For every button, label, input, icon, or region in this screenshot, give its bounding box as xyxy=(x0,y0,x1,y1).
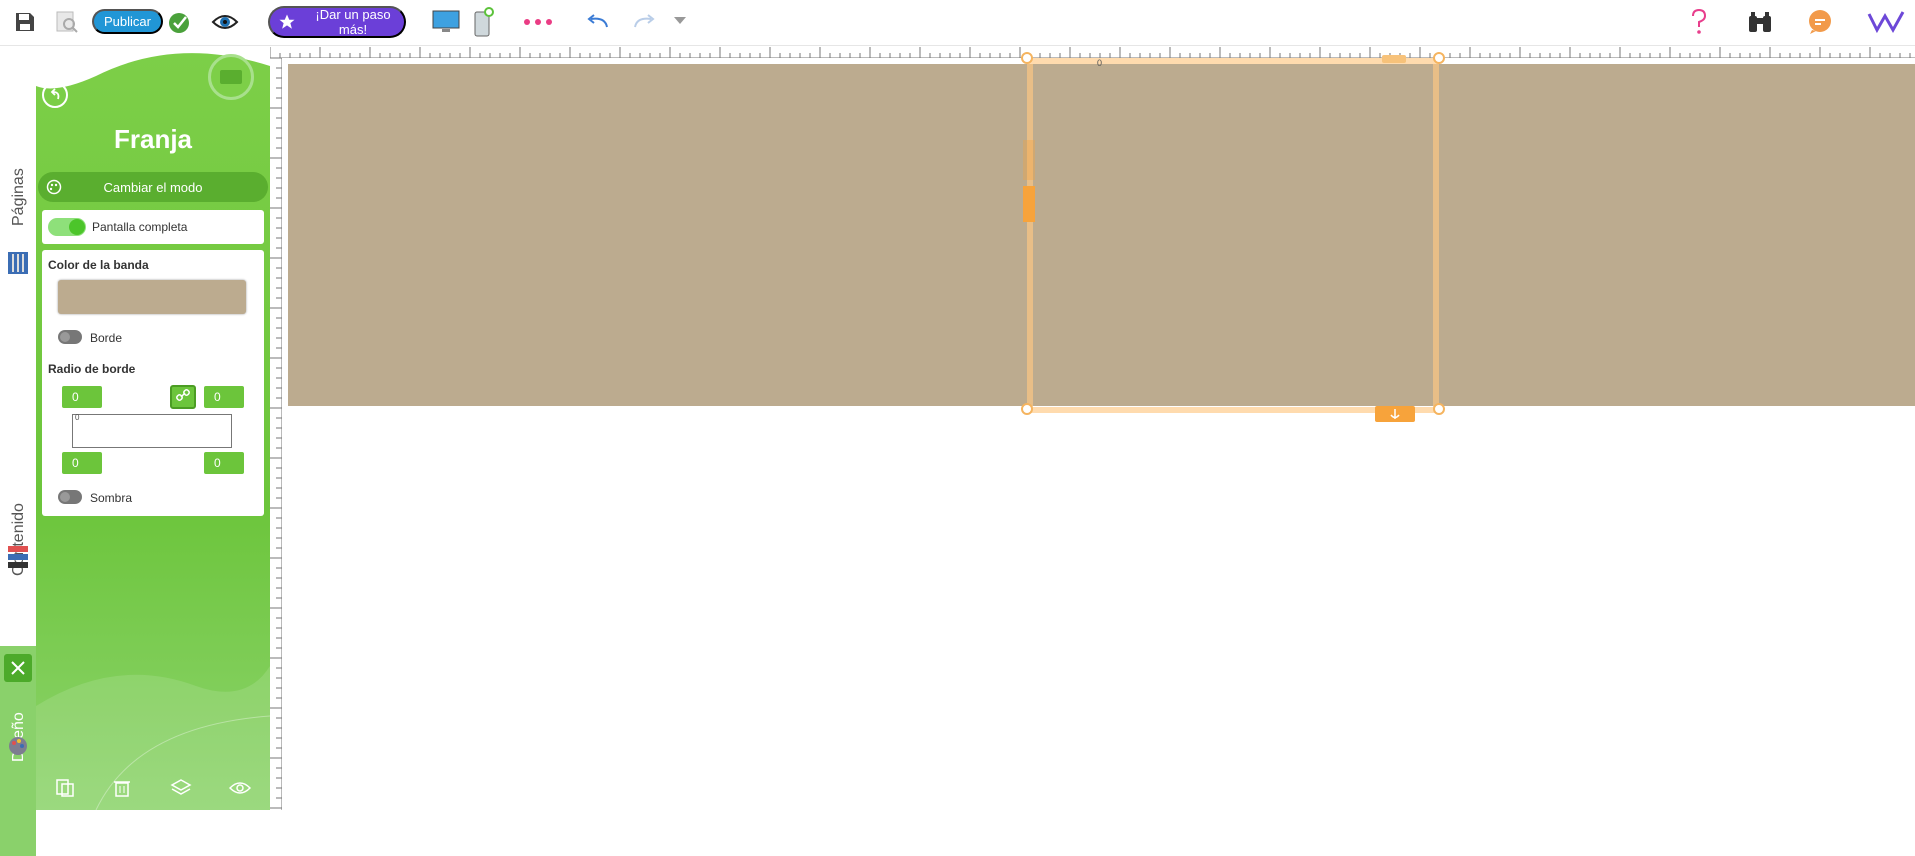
close-panel-icon[interactable] xyxy=(4,654,32,682)
pages-icon[interactable] xyxy=(4,248,32,278)
radius-bottom-right-input[interactable]: 0 xyxy=(204,452,244,474)
shadow-label: Sombra xyxy=(90,491,133,505)
resize-handle-bottom-left[interactable] xyxy=(1021,403,1033,415)
radius-top-right-input[interactable]: 0 xyxy=(204,386,244,408)
panel-bottom-actions xyxy=(36,770,270,810)
resize-handle-bottom-right[interactable] xyxy=(1433,403,1445,415)
radius-bottom-left-input[interactable]: 0 xyxy=(62,452,102,474)
tab-pages-label: Páginas xyxy=(10,168,27,226)
eye-icon[interactable] xyxy=(210,0,240,44)
binoculars-icon[interactable] xyxy=(1744,0,1776,44)
publish-button[interactable]: Publicar xyxy=(92,9,163,34)
fullscreen-label: Pantalla completa xyxy=(92,220,188,234)
radius-top-left-input[interactable]: 0 xyxy=(62,386,102,408)
radius-preview: 0 xyxy=(72,413,232,448)
drag-handle-upper[interactable] xyxy=(1023,140,1035,180)
shadow-toggle[interactable] xyxy=(58,490,82,504)
fullscreen-card: Pantalla completa xyxy=(42,210,264,244)
page-canvas: 0 xyxy=(282,52,1915,810)
desktop-icon[interactable] xyxy=(430,0,462,44)
selection-box[interactable]: 0 xyxy=(1027,58,1439,413)
border-label: Borde xyxy=(90,331,123,345)
panel-title: Franja xyxy=(113,124,193,154)
properties-panel: Franja Cambiar el modo Pantalla completa… xyxy=(36,46,270,810)
undo-icon[interactable] xyxy=(584,0,612,44)
save-icon[interactable] xyxy=(10,0,40,44)
layers-icon[interactable] xyxy=(170,778,192,803)
left-tab-strip: Páginas Contenido Diseño xyxy=(0,46,36,856)
history-dropdown-icon[interactable] xyxy=(672,0,688,40)
content-icon[interactable] xyxy=(4,542,32,572)
change-mode-button[interactable]: Cambiar el modo xyxy=(38,172,268,202)
help-icon[interactable] xyxy=(1686,0,1712,44)
palette-small-icon xyxy=(46,179,62,198)
upgrade-label: ¡Dar un paso más! xyxy=(315,7,391,37)
drag-handle-lower[interactable] xyxy=(1023,186,1035,222)
border-radius-label: Radio de borde xyxy=(48,362,136,376)
change-mode-label: Cambiar el modo xyxy=(103,179,203,195)
vertical-ruler xyxy=(270,57,282,810)
mobile-icon[interactable] xyxy=(470,0,496,44)
redo-icon[interactable] xyxy=(630,0,658,44)
ruler-marker: 0 xyxy=(1097,58,1103,68)
radius-link-button[interactable] xyxy=(170,385,196,409)
link-icon xyxy=(176,388,190,407)
panel-avatar-icon xyxy=(208,54,254,100)
border-toggle[interactable] xyxy=(58,330,82,344)
top-toolbar: Publicar ¡Dar un paso más! xyxy=(0,0,1915,46)
horizontal-ruler xyxy=(269,46,1915,59)
resize-handle-top-left[interactable] xyxy=(1021,52,1033,64)
band-color-label: Color de la banda xyxy=(48,258,149,272)
preview-search-icon[interactable] xyxy=(52,0,82,44)
band-settings-card: Color de la banda Borde Radio de borde 0… xyxy=(42,250,264,516)
vertical-ruler-ticks xyxy=(270,57,282,809)
visibility-icon[interactable] xyxy=(229,780,252,801)
more-dots-icon[interactable] xyxy=(522,0,554,44)
duplicate-icon[interactable] xyxy=(55,778,75,803)
anchor-icon[interactable] xyxy=(1375,406,1415,422)
star-icon xyxy=(278,13,296,31)
chat-icon[interactable] xyxy=(1804,0,1836,44)
fullscreen-toggle[interactable] xyxy=(48,218,86,236)
back-icon[interactable] xyxy=(42,82,68,108)
resize-handle-top-right[interactable] xyxy=(1433,52,1445,64)
logo-icon xyxy=(1866,0,1906,44)
palette-icon[interactable] xyxy=(4,732,32,760)
band-color-swatch[interactable] xyxy=(58,280,246,314)
more-handle-icon[interactable] xyxy=(1382,55,1406,63)
tab-pages[interactable]: Páginas xyxy=(4,126,32,236)
upgrade-button[interactable]: ¡Dar un paso más! xyxy=(268,6,406,38)
trash-icon[interactable] xyxy=(112,778,132,803)
radius-preview-value: 0 xyxy=(75,413,80,422)
publish-status-icon[interactable] xyxy=(166,0,194,44)
